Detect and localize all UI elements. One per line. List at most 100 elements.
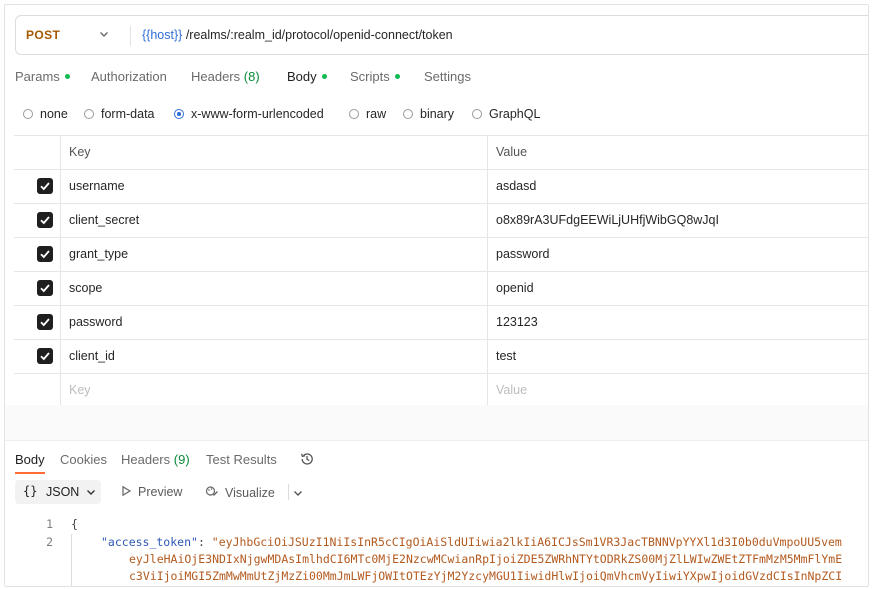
row-checkbox[interactable] — [37, 280, 53, 296]
response-tab-headers[interactable]: Headers (9) — [121, 452, 190, 467]
row-checkbox[interactable] — [37, 314, 53, 330]
response-tab-headers-label: Headers — [121, 452, 171, 467]
play-icon — [122, 485, 132, 497]
radio-circle-checked[interactable] — [174, 109, 184, 119]
column-separator — [487, 204, 488, 237]
tab-params[interactable]: Params — [15, 69, 70, 84]
table-row: grant_type password — [14, 238, 868, 272]
chevron-down-icon[interactable] — [292, 487, 304, 499]
preview-label: Preview — [138, 485, 183, 499]
preview-button[interactable]: Preview — [120, 485, 182, 499]
param-key[interactable]: grant_type — [69, 247, 128, 261]
param-value[interactable]: asdasd — [496, 179, 536, 193]
radio-circle[interactable] — [349, 109, 359, 119]
chevron-down-icon[interactable] — [98, 28, 110, 40]
headers-count: (8) — [243, 69, 260, 84]
format-select[interactable]: {} JSON — [15, 480, 101, 504]
body-dot-indicator — [321, 74, 327, 79]
table-row: username asdasd — [14, 170, 868, 204]
url-separator — [130, 26, 131, 46]
tab-scripts[interactable]: Scripts — [350, 69, 400, 84]
active-tab-underline — [15, 472, 45, 474]
new-value-input[interactable]: Value — [496, 383, 527, 397]
code-line-wrap: c3ViIjoiMGI5ZmMwMmUtZjMzZi00MmJmLWFjOWIt… — [129, 569, 843, 583]
table-row-placeholder: Key Value — [14, 374, 868, 408]
radio-raw[interactable]: raw — [349, 107, 386, 121]
table-row: client_id test — [14, 340, 868, 374]
response-tab-body[interactable]: Body — [15, 452, 45, 467]
visualize-button[interactable]: Visualize — [205, 485, 275, 500]
param-value[interactable]: test — [496, 349, 516, 363]
radio-circle[interactable] — [84, 109, 94, 119]
param-key[interactable]: username — [69, 179, 125, 193]
response-body-editor[interactable]: 1 2 { "access_token": "eyJhbGciOiJSUzI1N… — [5, 510, 868, 586]
radio-raw-label: raw — [366, 107, 387, 121]
line-number: 1 — [46, 517, 53, 531]
row-check-cell — [14, 272, 61, 305]
radio-binary-label: binary — [420, 107, 455, 121]
param-key[interactable]: client_secret — [69, 213, 139, 227]
tab-settings-label: Settings — [424, 69, 471, 84]
code-line-2: "access_token": "eyJhbGciOiJSUzI1NiIsInR… — [101, 535, 842, 549]
chevron-down-icon — [87, 490, 95, 495]
row-check-cell — [14, 340, 61, 373]
radio-urlencoded[interactable]: x-www-form-urlencoded — [174, 107, 324, 121]
history-icon[interactable] — [299, 451, 315, 467]
tab-authorization-label: Authorization — [91, 69, 167, 84]
row-checkbox[interactable] — [37, 178, 53, 194]
tab-scripts-label: Scripts — [350, 69, 390, 84]
tab-headers[interactable]: Headers (8) — [191, 69, 260, 84]
column-separator — [487, 272, 488, 305]
param-key[interactable]: scope — [69, 281, 102, 295]
radio-binary[interactable]: binary — [403, 107, 454, 121]
line-number: 2 — [46, 535, 53, 549]
radio-form-data[interactable]: form-data — [84, 107, 155, 121]
param-key[interactable]: client_id — [69, 349, 115, 363]
radio-graphql[interactable]: GraphQL — [472, 107, 540, 121]
radio-urlencoded-label: x-www-form-urlencoded — [191, 107, 324, 121]
param-key[interactable]: password — [69, 315, 123, 329]
param-value[interactable]: 123123 — [496, 315, 538, 329]
radio-none[interactable]: none — [23, 107, 68, 121]
url-input[interactable]: {{host}} /realms/:realm_id/protocol/open… — [142, 28, 453, 42]
panel-divider[interactable] — [5, 405, 868, 441]
table-row: scope openid — [14, 272, 868, 306]
json-string: "eyJhbGciOiJSUzI1NiIsInR5cCIgOiAiSldUIiw… — [211, 535, 842, 549]
radio-circle[interactable] — [23, 109, 33, 119]
visualize-icon — [205, 486, 218, 496]
radio-form-data-label: form-data — [101, 107, 155, 121]
tab-settings[interactable]: Settings — [424, 69, 471, 84]
column-separator — [487, 374, 488, 407]
header-key: Key — [69, 145, 91, 159]
new-key-input[interactable]: Key — [69, 383, 91, 397]
radio-circle[interactable] — [403, 109, 413, 119]
scripts-dot-indicator — [394, 74, 400, 79]
tab-authorization[interactable]: Authorization — [91, 69, 167, 84]
param-value[interactable]: o8x89rA3UFdgEEWiLjUHfjWibGQ8wJqI — [496, 213, 719, 227]
response-headers-count: (9) — [173, 452, 190, 467]
url-bar[interactable]: POST {{host}} /realms/:realm_id/protocol… — [15, 15, 868, 55]
column-separator — [487, 306, 488, 339]
row-checkbox[interactable] — [37, 348, 53, 364]
radio-none-label: none — [40, 107, 68, 121]
toolbar-separator — [288, 484, 289, 500]
code-line-1: { — [71, 517, 78, 531]
row-check-cell — [14, 374, 61, 407]
row-checkbox[interactable] — [37, 212, 53, 228]
row-checkbox[interactable] — [37, 246, 53, 262]
param-value[interactable]: password — [496, 247, 550, 261]
row-check-cell — [14, 204, 61, 237]
param-value[interactable]: openid — [496, 281, 534, 295]
tab-params-label: Params — [15, 69, 60, 84]
checkbox-check-icon — [40, 284, 50, 293]
response-tab-cookies[interactable]: Cookies — [60, 452, 107, 467]
visualize-label: Visualize — [225, 486, 275, 500]
method-select[interactable]: POST — [26, 28, 60, 42]
radio-circle[interactable] — [472, 109, 482, 119]
response-tab-test-results[interactable]: Test Results — [206, 452, 277, 467]
tab-body[interactable]: Body — [287, 69, 327, 84]
url-host-variable[interactable]: {{host}} — [142, 28, 182, 42]
urlencoded-params-table: Key Value username asdasd client_secret … — [14, 135, 868, 408]
row-check-cell — [14, 170, 61, 203]
params-dot-indicator — [64, 74, 70, 79]
